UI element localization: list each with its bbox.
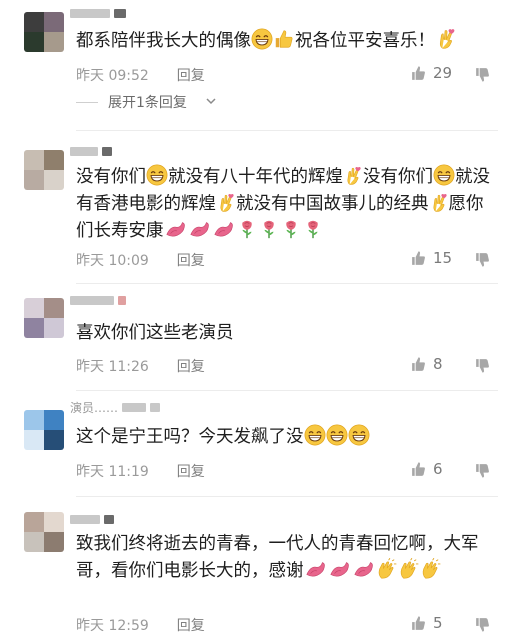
clapping-hands-emoji-icon xyxy=(398,558,420,580)
dislike-icon[interactable] xyxy=(474,66,491,83)
dislike-icon[interactable] xyxy=(474,357,491,374)
like-icon xyxy=(410,461,427,478)
timestamp: 昨天 11:19 xyxy=(76,464,149,480)
comment-text: 这个是宁王吗？今天发飙了没 xyxy=(76,424,496,451)
like-icon xyxy=(410,356,427,373)
divider xyxy=(76,390,498,391)
like-count: 6 xyxy=(433,460,443,478)
thumbs-up-emoji-icon xyxy=(273,28,295,50)
like-icon xyxy=(410,65,427,82)
comment-text: 喜欢你们这些老演员 xyxy=(76,323,234,343)
like-button[interactable]: 8 xyxy=(410,355,443,373)
rose-emoji-icon xyxy=(258,218,280,240)
comment-text: 致我们终将逝去的青春，一代人的青春回忆啊，大军哥，看你们电影长大的，感谢 xyxy=(76,534,479,581)
timestamp: 昨天 10:09 xyxy=(76,253,149,269)
rose-emoji-icon xyxy=(302,218,324,240)
comment-meta: 昨天 10:09 回复 xyxy=(76,250,205,270)
username[interactable] xyxy=(70,6,126,20)
timestamp: 昨天 09:52 xyxy=(76,68,149,84)
avatar[interactable] xyxy=(24,298,64,338)
grin-emoji-icon xyxy=(146,164,168,186)
bicep-emoji-icon xyxy=(304,558,328,580)
grin-emoji-icon xyxy=(326,424,348,446)
dislike-icon[interactable] xyxy=(474,462,491,479)
clapping-hands-emoji-icon xyxy=(420,558,442,580)
like-count: 15 xyxy=(433,249,453,267)
like-count: 5 xyxy=(433,614,443,632)
crossed-fingers-emoji-icon xyxy=(216,193,236,213)
avatar[interactable] xyxy=(24,410,64,450)
reply-button[interactable]: 回复 xyxy=(177,65,205,85)
bicep-emoji-icon xyxy=(328,558,352,580)
dislike-icon[interactable] xyxy=(474,251,491,268)
like-button[interactable]: 15 xyxy=(410,249,452,267)
like-icon xyxy=(410,615,427,632)
crossed-fingers-emoji-icon xyxy=(343,166,363,186)
chevron-down-icon xyxy=(206,98,216,105)
avatar[interactable] xyxy=(24,150,64,190)
comment-meta: 昨天 12:59 回复 xyxy=(76,615,205,635)
clapping-hands-emoji-icon xyxy=(376,558,398,580)
divider xyxy=(76,283,498,284)
grin-emoji-icon xyxy=(251,28,273,50)
like-button[interactable]: 6 xyxy=(410,460,443,478)
comment-meta: 昨天 09:52 回复 xyxy=(76,65,205,85)
like-count: 8 xyxy=(433,355,443,373)
reply-button[interactable]: 回复 xyxy=(177,461,205,481)
bicep-emoji-icon xyxy=(164,218,188,240)
crossed-fingers-emoji-icon xyxy=(429,193,449,213)
grin-emoji-icon xyxy=(304,424,326,446)
grin-emoji-icon xyxy=(433,164,455,186)
username-text: 演员…… xyxy=(70,400,119,415)
divider xyxy=(76,130,498,131)
expand-replies-label[interactable]: 展开1条回复 xyxy=(108,92,187,112)
username[interactable] xyxy=(70,293,126,307)
timestamp: 昨天 12:59 xyxy=(76,618,149,634)
comment-text: 都系陪伴我长大的偶像 祝各位平安喜乐！ xyxy=(76,28,496,55)
comment-meta: 昨天 11:26 回复 xyxy=(76,356,205,376)
divider xyxy=(76,496,498,497)
avatar[interactable] xyxy=(24,12,64,52)
rose-emoji-icon xyxy=(280,218,302,240)
username[interactable] xyxy=(70,512,114,526)
grin-emoji-icon xyxy=(348,424,370,446)
reply-button[interactable]: 回复 xyxy=(177,356,205,376)
avatar[interactable] xyxy=(24,512,64,552)
bicep-emoji-icon xyxy=(188,218,212,240)
username[interactable]: 演员…… xyxy=(70,400,161,415)
expand-line xyxy=(76,102,98,103)
dislike-icon[interactable] xyxy=(474,616,491,633)
bicep-emoji-icon xyxy=(212,218,236,240)
like-button[interactable]: 29 xyxy=(410,64,452,82)
bicep-emoji-icon xyxy=(352,558,376,580)
timestamp: 昨天 11:26 xyxy=(76,359,149,375)
comment-text: 没有你们 就没有八十年代的辉煌 没有你们 就没有香港电影的辉煌 就没有中国故事儿的经典愿… xyxy=(76,164,496,245)
expand-replies[interactable]: 展开1条回复 xyxy=(0,92,512,112)
reply-button[interactable]: 回复 xyxy=(177,250,205,270)
comment-meta: 昨天 11:19 回复 xyxy=(76,461,205,481)
like-button[interactable]: 5 xyxy=(410,614,443,632)
crossed-fingers-emoji-icon xyxy=(435,28,457,50)
reply-button[interactable]: 回复 xyxy=(177,615,205,635)
rose-emoji-icon xyxy=(236,218,258,240)
like-icon xyxy=(410,250,427,267)
like-count: 29 xyxy=(433,64,453,82)
username[interactable] xyxy=(70,144,112,158)
